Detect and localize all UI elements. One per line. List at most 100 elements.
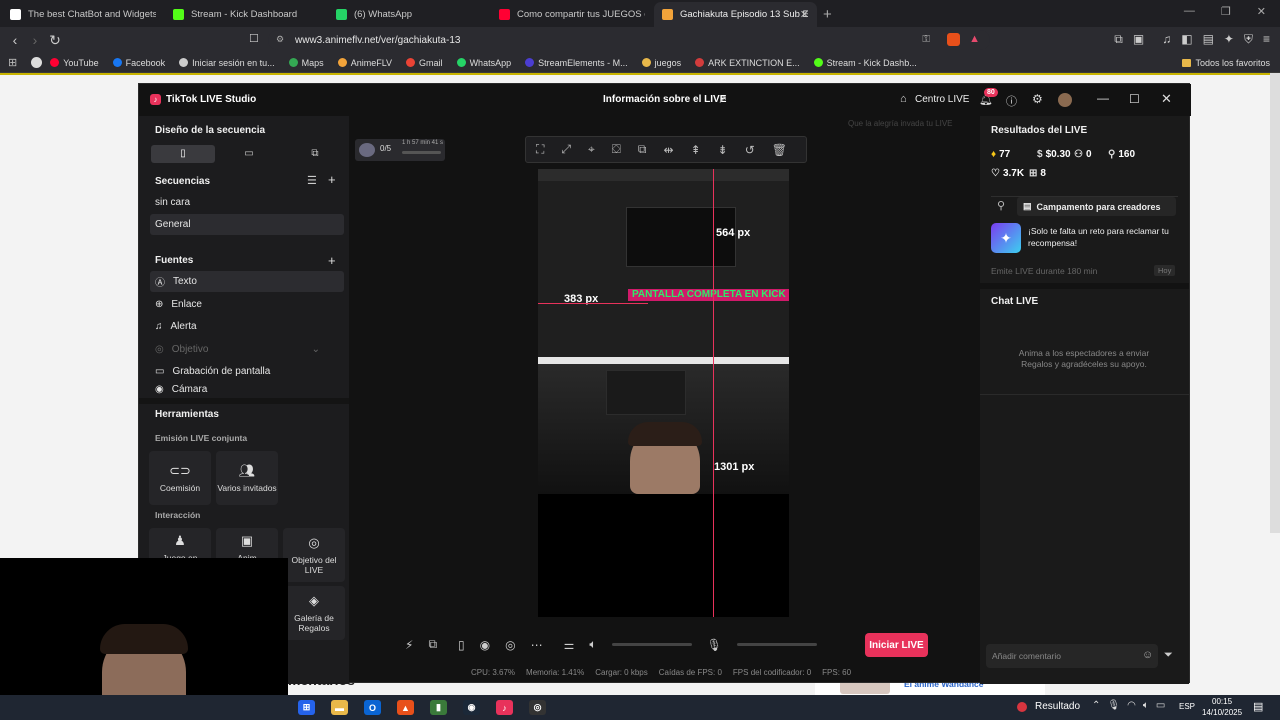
bookmark-item[interactable]: juegos [641,58,681,68]
delete-icon[interactable]: 🗑︎ [772,143,787,157]
google-icon[interactable] [31,57,43,68]
bookmark-item[interactable]: Facebook [112,58,165,68]
reload-icon[interactable]: ↻ [45,32,65,49]
start-live-button[interactable]: Iniciar LIVE [865,633,928,657]
magic-icon[interactable]: ⚡︎ [405,638,413,652]
close-icon[interactable]: ✕ [1161,91,1172,107]
source-item[interactable]: ♫ Alerta [150,316,344,337]
close-icon[interactable]: ✕ [1257,5,1266,18]
minimize-icon[interactable]: — [1097,91,1109,105]
language-indicator[interactable]: ESP [1179,702,1195,711]
browser-tab[interactable]: Gachiakuta Episodio 13 Sub Esp ✕ [654,2,817,27]
source-item[interactable]: ◎ Objetivo ⌄ [150,339,344,360]
browser-tab[interactable]: Stream - Kick Dashboard [165,2,328,27]
forward-icon[interactable]: › [25,32,45,48]
browser-tab[interactable]: Como compartir tus JUEGOS con AN [491,2,654,27]
url-bar[interactable]: ⚙ www3.animeflv.net/ver/gachiakuta-13 ⚿ … [268,30,990,50]
home-icon[interactable]: ⌂ [900,93,907,105]
bookmark-item[interactable]: Stream - Kick Dashb... [813,58,917,68]
steam-icon[interactable]: ◉ [463,700,480,715]
help-icon[interactable]: ⓘ [1006,93,1017,109]
explorer-icon[interactable]: ▬ [331,700,348,715]
maximize-icon[interactable]: ☐ [1129,92,1140,106]
bookmark-item[interactable]: YouTube [50,58,99,68]
extensions-icon[interactable]: ⧉ [1114,32,1123,47]
mixer-icon[interactable]: ⚌ [564,638,575,652]
leo-icon[interactable]: ✦ [1224,32,1234,47]
new-tab-button[interactable]: + [817,2,838,27]
key-icon[interactable]: ⚿ [922,34,930,45]
brave-rewards-icon[interactable]: ▲ [969,33,980,45]
more-icon[interactable]: ⋯ [531,638,543,652]
chevron-up-icon[interactable]: ⌃ [1092,700,1100,711]
music-icon[interactable]: ♫ [1162,32,1171,47]
bookmark-page-icon[interactable]: ☐ [249,32,259,45]
portrait-layout-button[interactable]: ▯ [151,145,215,163]
source-item[interactable]: ◉ Cámara [150,384,344,394]
sequence-item-active[interactable]: General [150,214,344,235]
gift-gallery-tool[interactable]: ◈ Galería de Regalos [283,586,345,640]
campaign-button[interactable]: ▤ Campamento para creadores [1017,197,1176,216]
flip-icon[interactable]: ⇹ [664,143,674,157]
layer-up-icon[interactable]: ⇞ [691,143,701,157]
add-source-icon[interactable]: + [328,253,336,268]
result-label[interactable]: Resultado [1035,701,1080,712]
filter-icon[interactable]: ⏷ [1164,649,1173,662]
source-item[interactable]: ▭ Grabación de pantalla [150,361,344,382]
vpn-icon[interactable]: ⛨ [1244,32,1253,47]
brave-shield-icon[interactable] [947,33,960,46]
volume-slider[interactable] [611,643,692,646]
crop-icon[interactable]: ⛋ [612,142,621,157]
outlook-icon[interactable]: O [364,700,381,715]
bookmark-item[interactable]: Gmail [406,58,443,68]
coemision-tool[interactable]: ⊂⊃ Coemisión [149,451,211,505]
goal-widget[interactable]: 0/5 1 h 57 min 41 s [355,139,445,161]
all-bookmarks[interactable]: Todos los favoritos [1182,58,1270,68]
minimize-icon[interactable]: — [1184,5,1195,18]
settings-icon[interactable]: ⚙ [1032,92,1043,106]
app-icon[interactable]: ▮ [430,700,447,715]
close-tab-icon[interactable]: ✕ [800,8,809,21]
speaker-icon[interactable]: 🔈︎ [589,637,596,652]
landscape-layout-button[interactable]: ▭ [217,145,281,163]
source-item[interactable]: ⊕ Enlace [150,294,344,315]
wallet-icon[interactable]: ▤ [1203,32,1214,47]
clock[interactable]: 00:15 14/10/2025 [1202,696,1242,718]
centro-live-link[interactable]: Centro LIVE [915,94,969,105]
undo-icon[interactable]: ↺ [745,143,755,157]
bookmark-item[interactable]: Iniciar sesión en tu... [179,58,275,68]
menu-icon[interactable]: ≡ [1263,32,1270,47]
obs-icon[interactable]: ◎ [529,700,546,715]
camera-toggle-icon[interactable]: ◎ [505,638,515,652]
browser-tab[interactable]: (6) WhatsApp [328,2,491,27]
bookmark-item[interactable]: Maps [288,58,324,68]
tiktok-studio-icon[interactable]: ♪ [496,700,513,715]
rotate-icon[interactable]: ⧉ [638,142,647,157]
bookmark-item[interactable]: StreamElements - M... [525,58,628,68]
mic-tray-icon[interactable]: 🎙︎ [1107,700,1120,711]
share-icon[interactable]: ↗ [718,93,727,106]
source-item[interactable]: Ⓐ Texto [150,271,344,292]
start-icon[interactable]: ⊞ [298,700,315,715]
back-icon[interactable]: ‹ [5,32,25,48]
dual-layout-button[interactable]: ⧉ [283,145,347,163]
comment-input[interactable]: Añadir comentario ☺ [986,644,1158,668]
add-sequence-icon[interactable]: + [328,172,336,187]
live-info-title[interactable]: Información sobre el LIVE [603,94,726,105]
battery-icon[interactable]: ▭ [1156,700,1165,711]
bookmark-item[interactable]: ARK EXTINCTION E... [695,58,800,68]
fit-icon[interactable]: ⛶ [536,142,544,157]
maximize-icon[interactable]: ❐ [1221,5,1231,18]
bookmark-item[interactable]: WhatsApp [456,58,511,68]
avatar[interactable] [1058,93,1072,107]
person-icon[interactable]: ⚲ [997,199,1005,212]
volume-tray-icon[interactable]: 🔈︎ [1143,700,1149,711]
phone-icon[interactable]: ▯ [458,638,465,652]
multi-guest-tool[interactable]: 👥︎ Varios invitados [216,451,278,505]
browser-tab[interactable]: The best ChatBot and Widgets for Ki [2,2,165,27]
site-info-icon[interactable]: ⚙ [276,34,284,45]
sequence-item[interactable]: sin cara [155,197,190,208]
screenshot-icon[interactable]: ▣ [1133,32,1144,47]
wifi-icon[interactable]: ◠ [1127,700,1136,711]
emoji-icon[interactable]: ☺ [1142,649,1153,661]
